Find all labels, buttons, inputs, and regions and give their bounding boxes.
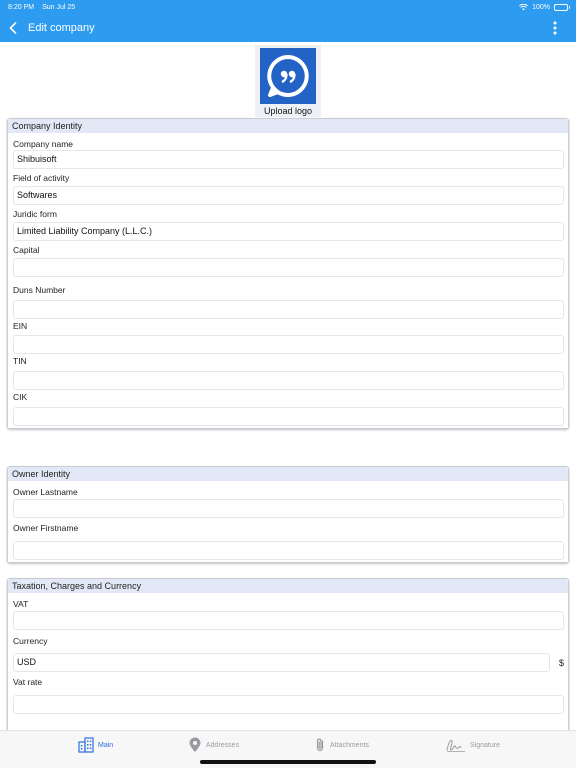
owner-identity-section: Owner Identity Owner Lastname Owner Firs…	[7, 466, 569, 563]
duns-number-field[interactable]	[13, 300, 564, 319]
building-icon	[78, 737, 94, 753]
vat-field[interactable]	[13, 611, 564, 630]
navigation-bar: Edit company	[0, 14, 576, 42]
tab-attachments[interactable]: Attachments	[314, 737, 369, 753]
tab-bar: Main Addresses Attachments Signature	[0, 730, 576, 768]
field-of-activity-label: Field of activity	[13, 173, 70, 183]
tin-label: TIN	[13, 356, 27, 366]
juridic-form-field[interactable]: Limited Liability Company (L.L.C.)	[13, 222, 564, 241]
tab-addresses-label: Addresses	[206, 741, 240, 749]
tab-main[interactable]: Main	[78, 737, 113, 753]
vertical-ellipsis-icon	[553, 21, 557, 35]
currency-field[interactable]: USD	[13, 653, 550, 672]
map-pin-icon	[189, 737, 201, 752]
signature-icon	[446, 739, 465, 752]
form-scroll-area[interactable]: Upload logo Company Identity Company nam…	[0, 42, 576, 730]
company-logo	[260, 48, 316, 104]
cik-field[interactable]	[13, 407, 564, 426]
field-of-activity-field[interactable]: Softwares	[13, 186, 564, 205]
owner-lastname-label: Owner Lastname	[13, 487, 78, 497]
vat-rate-label: Vat rate	[13, 677, 43, 687]
owner-firstname-label: Owner Firstname	[13, 523, 79, 533]
currency-row: USD $	[13, 653, 564, 672]
section-header: Company Identity	[8, 119, 568, 133]
status-bar: 8:20 PM Sun Jul 25 100%	[0, 0, 576, 14]
section-header: Taxation, Charges and Currency	[8, 579, 568, 593]
vat-label: VAT	[13, 599, 29, 609]
currency-label: Currency	[13, 636, 48, 646]
status-right: 100%	[519, 3, 570, 11]
upload-logo-button[interactable]: Upload logo	[255, 45, 321, 117]
battery-percent: 100%	[532, 3, 550, 11]
duns-number-label: Duns Number	[13, 285, 66, 295]
wifi-icon	[519, 3, 529, 10]
tin-field[interactable]	[13, 371, 564, 390]
back-button[interactable]	[2, 14, 24, 42]
page-title: Edit company	[28, 22, 95, 34]
chevron-left-icon	[9, 22, 17, 34]
tab-signature-label: Signature	[470, 741, 500, 749]
company-identity-section: Company Identity Company name Shibuisoft…	[7, 118, 569, 429]
taxation-section: Taxation, Charges and Currency VAT Curre…	[7, 578, 569, 730]
company-name-label: Company name	[13, 139, 74, 149]
section-header: Owner Identity	[8, 467, 568, 481]
owner-firstname-field[interactable]	[13, 541, 564, 560]
ein-label: EIN	[13, 321, 28, 331]
capital-label: Capital	[13, 245, 40, 255]
capital-field[interactable]	[13, 258, 564, 277]
currency-symbol: $	[558, 657, 564, 668]
company-name-field[interactable]: Shibuisoft	[13, 150, 564, 169]
upload-logo-label: Upload logo	[263, 106, 313, 116]
paperclip-icon	[316, 738, 324, 752]
logo-chat-icon	[267, 55, 309, 97]
vat-rate-field[interactable]	[13, 695, 564, 714]
ein-field[interactable]	[13, 335, 564, 354]
status-time: 8:20 PM	[8, 3, 35, 11]
cik-label: CIK	[13, 392, 28, 402]
status-date: Sun Jul 25	[42, 3, 76, 11]
battery-icon	[554, 3, 570, 11]
tab-addresses[interactable]: Addresses	[188, 737, 239, 753]
more-options-button[interactable]	[550, 18, 560, 38]
tab-attachments-label: Attachments	[330, 741, 369, 749]
tab-main-label: Main	[98, 741, 114, 749]
juridic-form-label: Juridic form	[13, 209, 57, 219]
home-indicator[interactable]	[200, 760, 376, 764]
owner-lastname-field[interactable]	[13, 499, 564, 518]
tab-signature[interactable]: Signature	[446, 737, 500, 753]
